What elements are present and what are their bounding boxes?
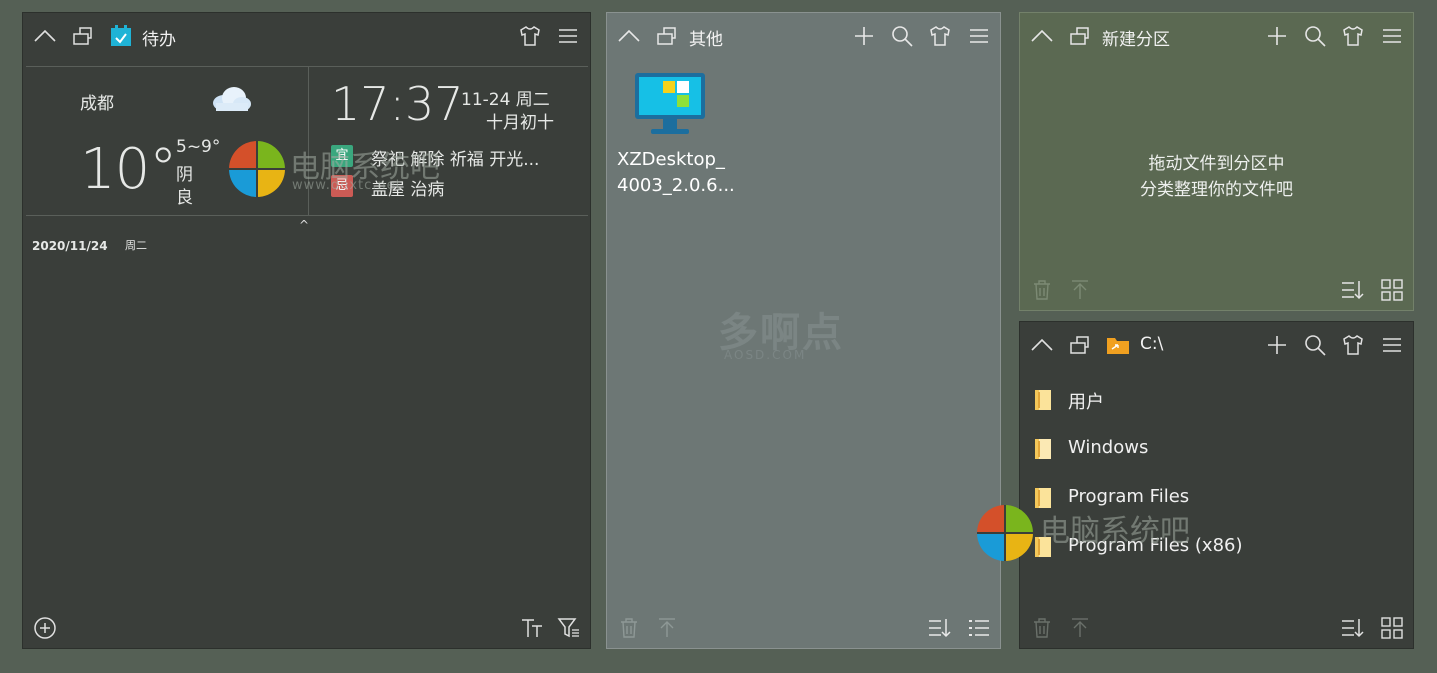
collapse-chevron-up-icon[interactable] bbox=[1030, 24, 1054, 48]
menu-icon[interactable] bbox=[967, 24, 991, 48]
trash-icon[interactable] bbox=[1030, 616, 1054, 640]
calendar-check-icon bbox=[109, 24, 133, 48]
shortcut-label-line1: XZDesktop_ bbox=[617, 149, 725, 170]
ji-badge: 忌 bbox=[331, 175, 353, 197]
search-icon[interactable] bbox=[1303, 24, 1327, 48]
grid-view-icon[interactable] bbox=[1380, 278, 1404, 302]
trash-icon[interactable] bbox=[1030, 278, 1054, 302]
folder-label: Windows bbox=[1068, 437, 1149, 458]
yi-activities: 祭祀 解除 祈福 开光... bbox=[371, 150, 540, 170]
ji-activities: 盖屋 治病 bbox=[371, 180, 445, 200]
todo-date: 2020/11/24 bbox=[32, 239, 108, 253]
search-icon[interactable] bbox=[890, 24, 914, 48]
panel-title: C:\ bbox=[1140, 334, 1164, 354]
clock-time: 17:37 bbox=[331, 77, 464, 131]
weather-condition: 阴 bbox=[176, 165, 193, 185]
list-view-icon[interactable] bbox=[967, 616, 991, 640]
monitor-app-icon bbox=[633, 71, 707, 139]
pin-icon[interactable] bbox=[1068, 24, 1092, 48]
todo-weekday: 周二 bbox=[125, 239, 147, 252]
add-icon[interactable] bbox=[852, 24, 876, 48]
weather-temperature: 10° bbox=[80, 137, 177, 202]
clock-date: 11-24 周二 bbox=[461, 90, 550, 110]
trash-icon[interactable] bbox=[617, 616, 641, 640]
divider bbox=[308, 67, 309, 215]
collapse-weather-caret[interactable]: ^ bbox=[299, 218, 309, 232]
folder-label: 用户 bbox=[1068, 392, 1104, 413]
add-circle-icon[interactable] bbox=[33, 616, 57, 640]
collapse-chevron-up-icon[interactable] bbox=[1030, 333, 1054, 357]
add-icon[interactable] bbox=[1265, 24, 1289, 48]
empty-partition-hint: 拖动文件到分区中 分类整理你的文件吧 bbox=[1020, 151, 1413, 203]
other-panel-footer bbox=[607, 608, 1000, 648]
folder-icon bbox=[1034, 536, 1052, 558]
todo-panel-header: 待办 bbox=[23, 13, 590, 59]
weather-widget: 成都 10° 5~9° 阴 良 17:37 11-24 周二 十月初十 宜 祭祀… bbox=[26, 66, 588, 216]
folder-label: Program Files (x86) bbox=[1068, 535, 1243, 556]
yi-badge: 宜 bbox=[331, 145, 353, 167]
grid-view-icon[interactable] bbox=[1380, 616, 1404, 640]
cloud-icon bbox=[210, 85, 252, 113]
folder-shortcut-icon bbox=[1106, 333, 1130, 357]
todo-panel-footer bbox=[23, 608, 590, 648]
new-partition-header: 新建分区 bbox=[1020, 13, 1413, 59]
desktop-shortcut-xzdesktop[interactable]: XZDesktop_ 4003_2.0.6... bbox=[617, 71, 735, 199]
c-drive-panel: C:\ 用户 Windows Program Files Program Fil… bbox=[1019, 321, 1414, 649]
new-partition-footer bbox=[1020, 270, 1413, 310]
theme-shirt-icon[interactable] bbox=[1341, 24, 1365, 48]
theme-shirt-icon[interactable] bbox=[518, 24, 542, 48]
pin-icon[interactable] bbox=[655, 24, 679, 48]
panel-title: 新建分区 bbox=[1102, 30, 1170, 50]
move-to-top-icon[interactable] bbox=[1068, 616, 1092, 640]
folder-label: Program Files bbox=[1068, 486, 1190, 507]
font-size-icon[interactable] bbox=[520, 616, 544, 640]
panel-title: 其他 bbox=[689, 30, 723, 50]
c-drive-footer bbox=[1020, 608, 1413, 648]
weather-city: 成都 bbox=[80, 94, 114, 114]
shortcut-label-line2: 4003_2.0.6... bbox=[617, 175, 735, 196]
pin-icon[interactable] bbox=[1068, 333, 1092, 357]
sort-icon[interactable] bbox=[927, 616, 951, 640]
todo-panel: 待办 成都 10° 5~9° 阴 良 17:37 11-24 周二 十月初十 宜… bbox=[22, 12, 591, 649]
c-drive-header: C:\ bbox=[1020, 322, 1413, 368]
new-partition-panel: 新建分区 拖动文件到分区中 分类整理你的文件吧 bbox=[1019, 12, 1414, 311]
theme-shirt-icon[interactable] bbox=[1341, 333, 1365, 357]
move-to-top-icon[interactable] bbox=[1068, 278, 1092, 302]
collapse-chevron-up-icon[interactable] bbox=[617, 24, 641, 48]
menu-icon[interactable] bbox=[1380, 24, 1404, 48]
folder-icon bbox=[1034, 389, 1052, 411]
folder-icon bbox=[1034, 438, 1052, 460]
theme-shirt-icon[interactable] bbox=[928, 24, 952, 48]
hint-line2: 分类整理你的文件吧 bbox=[1140, 180, 1293, 200]
lunar-date: 十月初十 bbox=[486, 113, 554, 133]
search-icon[interactable] bbox=[1303, 333, 1327, 357]
move-to-top-icon[interactable] bbox=[655, 616, 679, 640]
collapse-chevron-up-icon[interactable] bbox=[33, 24, 57, 48]
other-panel-header: 其他 bbox=[607, 13, 1000, 59]
pin-icon[interactable] bbox=[71, 24, 95, 48]
weather-range: 5~9° bbox=[176, 137, 221, 157]
add-icon[interactable] bbox=[1265, 333, 1289, 357]
weather-air-quality: 良 bbox=[176, 188, 193, 208]
sort-icon[interactable] bbox=[1340, 278, 1364, 302]
sort-icon[interactable] bbox=[1340, 616, 1364, 640]
menu-icon[interactable] bbox=[556, 24, 580, 48]
other-panel: 其他 XZDesktop_ 4003_2.0.6... bbox=[606, 12, 1001, 649]
folder-icon bbox=[1034, 487, 1052, 509]
filter-icon[interactable] bbox=[557, 616, 581, 640]
panel-title: 待办 bbox=[142, 30, 176, 50]
menu-icon[interactable] bbox=[1380, 333, 1404, 357]
hint-line1: 拖动文件到分区中 bbox=[1148, 154, 1285, 174]
